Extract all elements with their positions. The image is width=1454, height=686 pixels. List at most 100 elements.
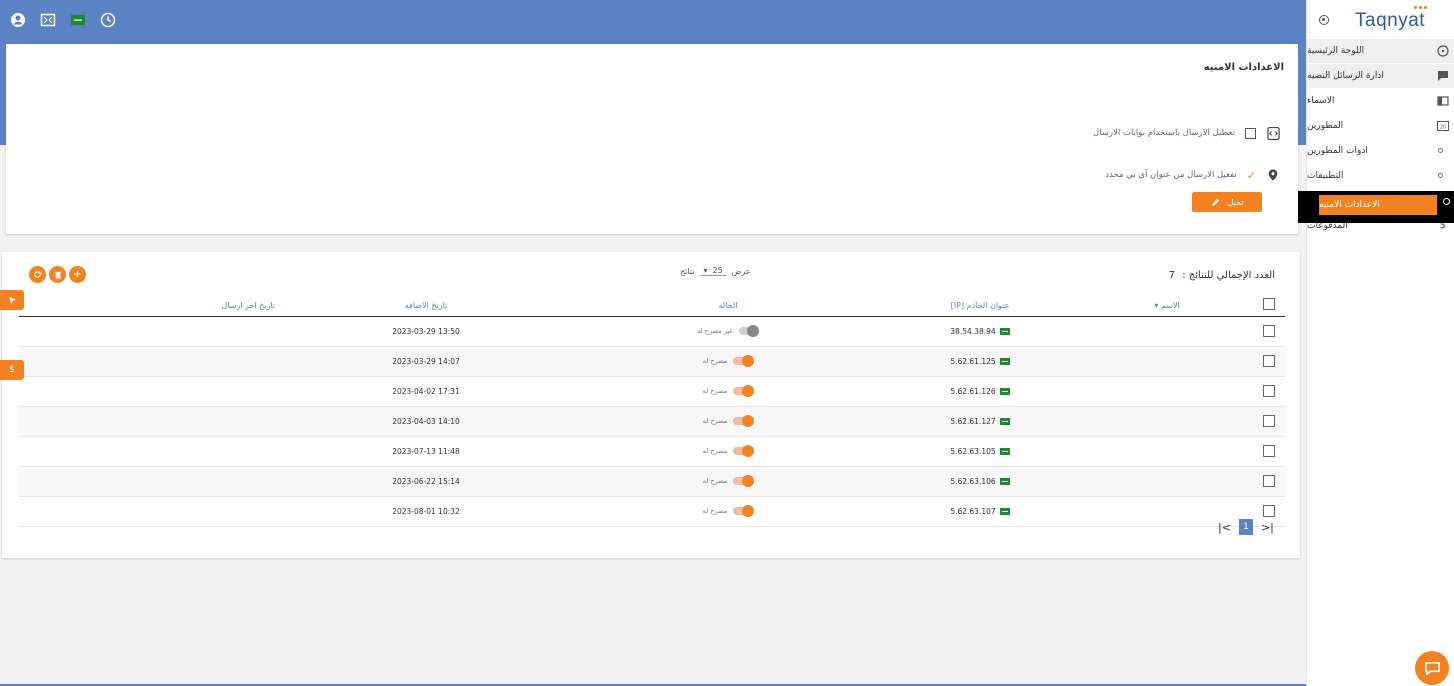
sidebar-item-label: الاسماء <box>1307 96 1335 106</box>
chat-button[interactable] <box>1415 651 1449 685</box>
ip-text: 5.62.63.106 <box>950 476 996 486</box>
location-pin-icon <box>1266 168 1280 182</box>
column-last-sent: تاريخ اخر ارسال <box>19 294 275 317</box>
toggle-knob <box>742 384 755 397</box>
select-all-checkbox[interactable] <box>1263 298 1275 310</box>
status-label: مصرح له <box>702 386 728 395</box>
row-checkbox[interactable] <box>1263 474 1275 487</box>
row-checkbox[interactable] <box>1263 414 1275 427</box>
name-cell <box>1081 346 1253 377</box>
table-row[interactable]: 5.62.63.105 مصرح له 11:48 2023-07-13 <box>19 436 1285 467</box>
table-body: 38.54.38.94 غير مصرح له 13:50 2023-03-29… <box>19 316 1285 527</box>
row-select-cell <box>1253 346 1285 377</box>
status-label: مصرح له <box>702 506 728 515</box>
status-toggle[interactable] <box>733 414 755 427</box>
table-row[interactable]: 5.62.61.126 مصرح له 17:31 2023-04-02 <box>19 376 1285 407</box>
status-value: غير مصرح له <box>697 324 759 337</box>
refresh-button[interactable] <box>29 266 46 283</box>
cursor-icon <box>8 296 16 304</box>
book-icon <box>1437 96 1449 106</box>
security-settings-card: الاعدادات الامنيه تعطيل الارسال باستخدام… <box>6 44 1298 234</box>
ip-cell: 5.62.63.106 <box>879 466 1081 497</box>
row-select-cell <box>1253 406 1285 437</box>
ip-text: 5.62.63.107 <box>950 506 996 516</box>
ip-text: 5.62.61.125 <box>950 356 996 366</box>
added-date-cell: 14:10 2023-04-03 <box>275 406 577 437</box>
sidebar-item-sms-management[interactable]: ادارة الرسائل النصيه ‹ <box>1307 64 1454 88</box>
expand-icon[interactable] <box>40 12 56 28</box>
flag-icon[interactable] <box>70 12 86 28</box>
ip-value: 5.62.63.105 <box>950 447 1010 456</box>
logo-dots <box>1414 6 1427 9</box>
name-cell <box>1081 436 1253 467</box>
edit-button[interactable]: تحيل <box>1192 192 1262 212</box>
bullet-icon <box>1438 148 1443 153</box>
table-row[interactable]: 38.54.38.94 غير مصرح له 13:50 2023-03-29 <box>19 316 1285 347</box>
add-button[interactable]: + <box>69 266 86 283</box>
cursor-tab[interactable] <box>0 290 24 310</box>
toggle-knob <box>742 414 755 427</box>
row-checkbox[interactable] <box>1263 384 1275 397</box>
table-row[interactable]: 5.62.63.107 مصرح له 10:32 2023-08-01 <box>19 496 1285 527</box>
status-value: مصرح له <box>702 414 755 427</box>
table-row[interactable]: 5.62.61.127 مصرح له 14:10 2023-04-03 <box>19 406 1285 437</box>
sidebar-item-security-settings[interactable]: الاعدادات الامنيه <box>1319 195 1437 215</box>
table-row[interactable]: 5.62.61.125 مصرح له 14:07 2023-03-29 <box>19 346 1285 377</box>
status-toggle[interactable] <box>733 474 755 487</box>
page-size-select[interactable]: 25 ▾ <box>700 266 726 276</box>
checkmark-icon[interactable]: ✓ <box>1247 169 1256 182</box>
disable-gateway-checkbox[interactable] <box>1245 127 1256 139</box>
first-page-button[interactable]: |< <box>1218 521 1231 534</box>
row-checkbox[interactable] <box>1263 504 1275 517</box>
ip-cell: 5.62.61.127 <box>879 406 1081 437</box>
status-toggle[interactable] <box>733 384 755 397</box>
status-cell: مصرح له <box>577 406 879 437</box>
sidebar-toggle-icon[interactable] <box>1319 15 1329 25</box>
ip-cell: 5.62.61.126 <box>879 376 1081 407</box>
status-cell: مصرح له <box>577 436 879 467</box>
row-checkbox[interactable] <box>1263 324 1275 337</box>
delete-button[interactable] <box>49 266 66 283</box>
status-toggle[interactable] <box>738 324 759 337</box>
sidebar-item-names[interactable]: الاسماء <box>1307 89 1454 113</box>
sidebar-item-developers[interactable]: المطورين 20 ⌄ <box>1307 114 1454 138</box>
status-toggle[interactable] <box>733 354 755 367</box>
sidebar-item-developer-tools[interactable]: ادوات المطورين <box>1307 139 1454 163</box>
flag-icon <box>999 507 1010 515</box>
column-name-label: الاسم <box>1160 300 1180 310</box>
ip-cell: 38.54.38.94 <box>879 316 1081 347</box>
row-select-cell <box>1253 466 1285 497</box>
clock-icon[interactable] <box>100 12 116 28</box>
sidebar-item-label: ادارة الرسائل النصيه <box>1307 71 1384 81</box>
header-icons <box>10 12 116 28</box>
status-toggle[interactable] <box>733 444 755 457</box>
status-value: مصرح له <box>703 474 755 487</box>
flag-icon <box>999 327 1010 335</box>
sidebar-item-applications[interactable]: التطبيقات <box>1307 164 1454 188</box>
page-size-control: عرض 25 ▾ نتائج <box>680 266 751 276</box>
flag-icon <box>999 447 1010 455</box>
last-sent-cell <box>19 466 275 497</box>
column-name[interactable]: الاسم ▾ <box>1081 294 1253 317</box>
status-label: مصرح له <box>702 356 728 365</box>
sidebar-item-dashboard[interactable]: اللوحة الرئيسية <box>1307 39 1454 63</box>
status-cell: مصرح له <box>577 496 879 527</box>
ip-cell: 5.62.63.107 <box>879 496 1081 527</box>
last-page-button[interactable]: >| <box>1261 521 1274 534</box>
name-cell <box>1081 406 1253 437</box>
status-label: مصرح له <box>702 416 728 425</box>
payment-tab[interactable]: $ <box>0 360 24 380</box>
user-circle-icon[interactable] <box>10 12 26 28</box>
row-checkbox[interactable] <box>1263 354 1275 367</box>
ip-value: 5.62.63.107 <box>950 506 1010 516</box>
bullet-icon <box>1438 173 1443 178</box>
row-checkbox[interactable] <box>1263 444 1275 457</box>
status-value: مصرح له <box>702 504 755 517</box>
sidebar-item-label: ادوات المطورين <box>1307 146 1368 156</box>
page-number-button[interactable]: 1 <box>1238 519 1253 535</box>
ip-value: 5.62.63.106 <box>950 476 1010 486</box>
toggle-knob <box>746 324 759 337</box>
added-date-cell: 15:14 2023-06-22 <box>275 466 577 497</box>
table-row[interactable]: 5.62.63.106 مصرح له 15:14 2023-06-22 <box>19 466 1285 497</box>
status-toggle[interactable] <box>733 504 755 517</box>
